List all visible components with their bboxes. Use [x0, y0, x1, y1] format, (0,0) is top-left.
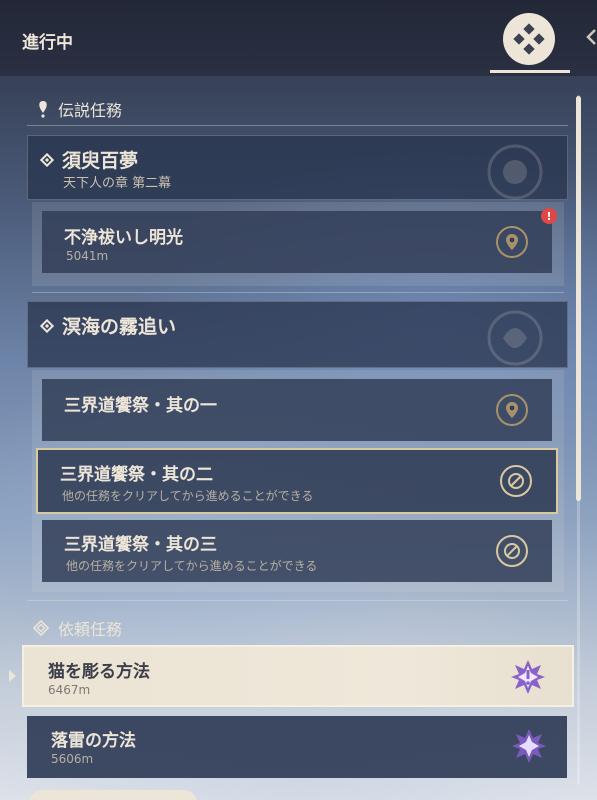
quest-name: 落雷の方法: [51, 731, 136, 751]
quest-name: 三界道饗祭・其の三: [64, 535, 217, 555]
blocked-icon[interactable]: [500, 465, 532, 497]
chapter-diamond-icon: [40, 318, 54, 333]
location-pin-icon[interactable]: [496, 226, 528, 258]
quest-distance: 6467m: [48, 683, 91, 697]
section-label: 依頼任務: [58, 620, 123, 639]
quest-item[interactable]: 三界道饗祭・其の三 他の任務をクリアしてから進めることができる: [42, 520, 552, 582]
divider: [27, 600, 568, 601]
quest-diamond-icon: [513, 23, 545, 55]
chapter-header-2[interactable]: 溟海の霧追い: [27, 301, 568, 368]
quest-status: 他の任務をクリアしてから進めることができる: [62, 489, 314, 503]
commission-item-selected[interactable]: 猫を彫る方法 6467m: [22, 645, 574, 707]
commission-quest-icon[interactable]: [510, 659, 546, 695]
emblem-icon: [487, 310, 543, 366]
commission-quest-icon[interactable]: [511, 728, 547, 764]
quest-item-selected[interactable]: 三界道饗祭・其の二 他の任務をクリアしてから進めることができる: [36, 448, 558, 514]
quest-distance: 5041m: [66, 249, 109, 263]
commission-item[interactable]: 落雷の方法 5606m: [27, 716, 567, 778]
quest-item[interactable]: 三界道饗祭・其の一: [42, 379, 552, 441]
legend-exclamation-icon: [39, 101, 47, 118]
quest-filter-toggle[interactable]: [503, 13, 555, 65]
alert-badge: !: [541, 208, 557, 224]
section-header-legend: 伝説任務: [36, 97, 122, 121]
chapter-diamond-icon: [40, 152, 54, 167]
section-header-commission: 依頼任務: [32, 616, 122, 640]
quest-name: 三界道饗祭・其の二: [60, 465, 213, 485]
top-bar: 進行中: [0, 0, 597, 76]
quest-name: 不浄祓いし明光: [64, 228, 183, 248]
commission-diamond-icon: [32, 619, 50, 637]
divider: [32, 292, 564, 293]
chapter-header-1[interactable]: 須臾百夢 天下人の章 第二幕: [27, 135, 568, 200]
bottom-button[interactable]: [28, 790, 198, 800]
active-tab-underline: [490, 70, 570, 73]
quest-item[interactable]: 不浄祓いし明光 5041m: [42, 211, 552, 273]
chapter-title: 溟海の霧追い: [62, 316, 177, 338]
chapter-title: 須臾百夢: [62, 150, 139, 172]
chevron-left-icon[interactable]: [585, 28, 597, 48]
section-label: 伝説任務: [58, 101, 123, 120]
quest-name: 三界道饗祭・其の一: [64, 396, 217, 416]
quest-status: 他の任務をクリアしてから進めることができる: [66, 559, 318, 573]
location-pin-icon[interactable]: [496, 394, 528, 426]
chapter-subtitle: 天下人の章 第二幕: [63, 176, 172, 191]
divider: [27, 125, 568, 126]
quest-distance: 5606m: [51, 752, 94, 766]
scrollbar-thumb[interactable]: [576, 96, 581, 501]
blocked-icon[interactable]: [496, 535, 528, 567]
page-title: 進行中: [22, 33, 73, 53]
selection-pointer: [9, 670, 16, 682]
emblem-icon: [487, 144, 543, 200]
quest-name: 猫を彫る方法: [48, 662, 150, 682]
